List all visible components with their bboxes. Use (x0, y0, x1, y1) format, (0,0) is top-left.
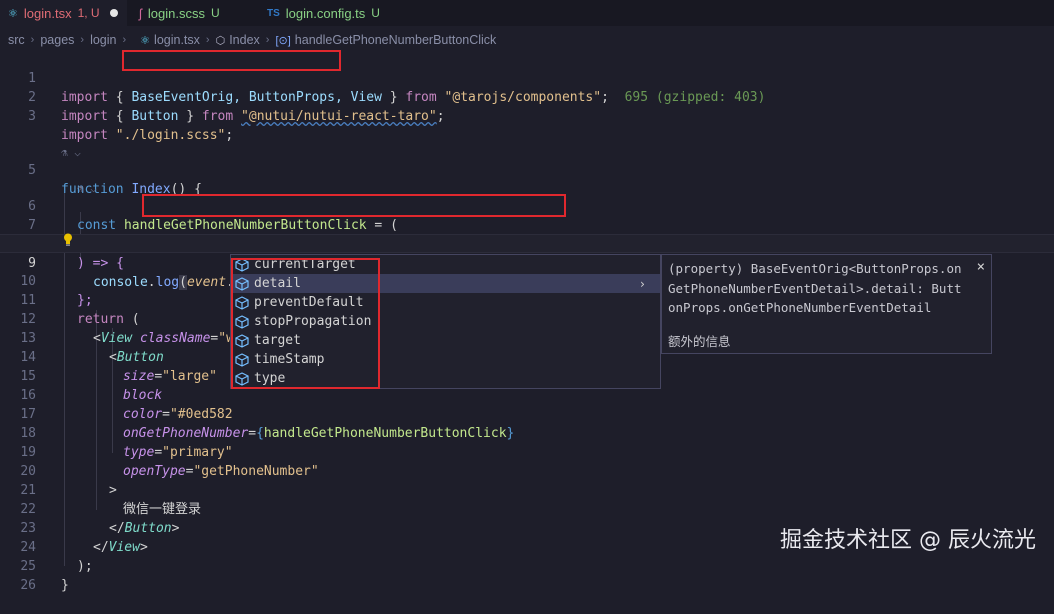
sass-icon: ʃ (139, 5, 142, 21)
watermark: 掘金技术社区 @ 辰火流光 (780, 528, 1036, 553)
ts-icon: TS (267, 7, 280, 19)
chevron-right-icon: › (122, 34, 127, 46)
cube-icon: ⬡ (215, 34, 226, 47)
codelens: ⚗ ⌵ (0, 160, 1054, 195)
react-icon: ⚛ (8, 7, 18, 20)
code-line: 23 </View> (0, 500, 1054, 555)
lightbulb-icon[interactable] (63, 233, 73, 246)
code-line: 5 function Index() { (0, 142, 1054, 197)
highlight-box (122, 50, 341, 71)
code-line: 22 </Button> (0, 481, 1054, 536)
variable-icon: [⊙] (275, 34, 291, 47)
highlight-box (142, 194, 566, 217)
code-line: 2 import { Button } from "@nutui/nutui-r… (0, 69, 1054, 124)
documentation-popup: (property) BaseEventOrig<ButtonProps.onG… (661, 254, 992, 354)
breadcrumb: src › pages › login › ⚛ login.tsx › ⬡ In… (0, 30, 1054, 50)
chevron-right-icon: › (80, 34, 85, 46)
code-line-current: 9 console.log(event.); (0, 234, 1054, 290)
tab-login-scss[interactable]: ʃ login.scss U (127, 0, 257, 26)
tab-bar: ⚛ login.tsx 1, U ʃ login.scss U TS login… (0, 0, 1054, 26)
tab-label: login.tsx (23, 5, 72, 21)
breadcrumb-item[interactable]: pages (40, 33, 74, 47)
breadcrumb-item[interactable]: Index (229, 33, 260, 47)
code-line: 8 ) => { (0, 216, 1054, 271)
code-line: 21 微信一键登录 (0, 462, 1054, 517)
code-line: 26 (0, 557, 1054, 593)
tab-login-tsx[interactable]: ⚛ login.tsx 1, U (0, 0, 127, 26)
close-icon[interactable]: × (977, 258, 985, 278)
react-icon: ⚛ (140, 34, 151, 47)
code-line: 18 type="primary" (0, 405, 1054, 460)
tab-label: login.config.ts (285, 5, 366, 21)
chevron-right-icon: › (205, 34, 210, 46)
autocomplete-popup: currentTarget detail › preventDefault st… (230, 254, 661, 389)
code-line: 20 > (0, 443, 1054, 498)
breadcrumb-item[interactable]: src (8, 33, 25, 47)
tab-status: 1, U (77, 6, 100, 20)
breadcrumb-item[interactable]: login.tsx (154, 33, 200, 47)
unsaved-dot-icon[interactable] (109, 9, 118, 17)
tab-login-config-ts[interactable]: TS login.config.ts U (257, 0, 407, 26)
chevron-right-icon: › (265, 34, 270, 46)
type-signature: (property) BaseEventOrig<ButtonProps.onG… (668, 261, 962, 315)
codelens: ⚗ ⌵ (0, 124, 1054, 159)
breadcrumb-item[interactable]: handleGetPhoneNumberButtonClick (295, 33, 497, 47)
chevron-right-icon: › (30, 34, 35, 46)
code-line: 19 openType="getPhoneNumber" (0, 424, 1054, 479)
line-number: 26 (20, 578, 36, 593)
breadcrumb-item[interactable]: login (90, 33, 116, 47)
highlight-box (231, 258, 380, 389)
code-line: 3 import "./login.scss"; (0, 88, 1054, 143)
property-description: 额外的信息 (668, 333, 731, 349)
chevron-right-icon[interactable]: › (639, 277, 646, 291)
tab-status: U (371, 6, 380, 20)
tab-status: U (210, 6, 220, 20)
tab-label: login.scss (147, 5, 205, 21)
